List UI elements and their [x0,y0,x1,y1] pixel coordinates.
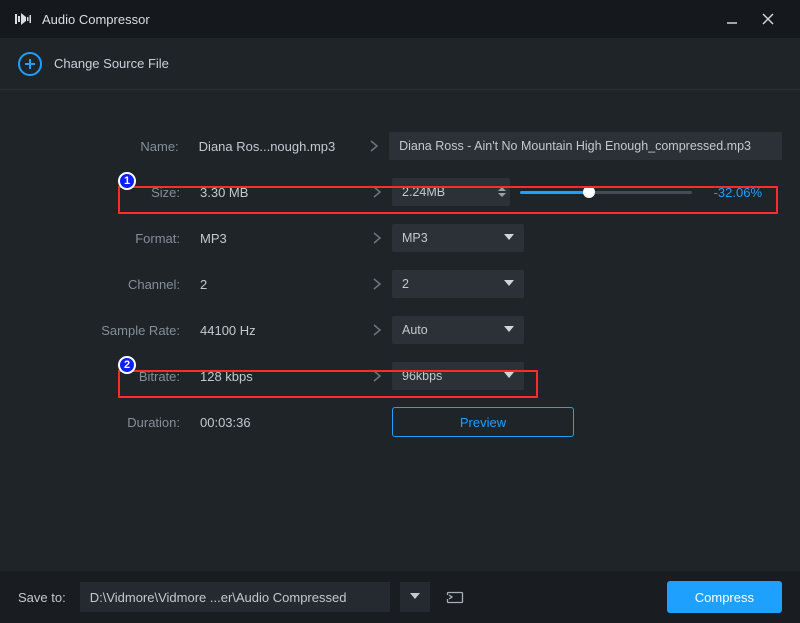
chevron-right-icon [359,139,389,153]
output-channel-value: 2 [402,277,409,291]
close-window-button[interactable] [750,0,786,38]
chevron-right-icon [362,277,392,291]
compress-button-label: Compress [695,590,754,605]
chevron-down-icon [504,280,514,288]
chevron-down-icon [504,234,514,242]
save-to-label: Save to: [18,590,66,605]
annotation-marker-2: 2 [118,356,136,374]
minimize-window-button[interactable] [714,0,750,38]
save-path-dropdown-button[interactable] [400,582,430,612]
output-channel-select[interactable]: 2 [392,270,524,298]
output-name-value: Diana Ross - Ain't No Mountain High Enou… [399,139,751,153]
save-path-field[interactable]: D:\Vidmore\Vidmore ...er\Audio Compresse… [80,582,390,612]
output-bitrate-value: 96kbps [402,369,442,383]
name-label: Name: [18,139,191,154]
output-sample-rate-select[interactable]: Auto [392,316,524,344]
annotation-marker-1: 1 [118,172,136,190]
format-label: Format: [18,231,192,246]
size-label: Size: [18,185,192,200]
duration-value: 00:03:36 [192,415,362,430]
plus-icon[interactable] [18,52,42,76]
size-delta-value: -32.06% [702,185,762,200]
chevron-right-icon [362,323,392,337]
source-channel-value: 2 [192,277,362,292]
source-format-value: MP3 [192,231,362,246]
change-source-file-button[interactable]: Change Source File [54,56,169,71]
output-bitrate-select[interactable]: 96kbps [392,362,524,390]
output-size-value: 2.24MB [402,185,445,199]
window-title: Audio Compressor [42,12,150,27]
chevron-right-icon [362,369,392,383]
channel-label: Channel: [18,277,192,292]
source-sample-rate-value: 44100 Hz [192,323,362,338]
duration-label: Duration: [18,415,192,430]
slider-thumb[interactable] [583,186,595,198]
app-icon [14,12,32,26]
source-name-value: Diana Ros...nough.mp3 [191,139,360,154]
chevron-right-icon [362,185,392,199]
preview-button[interactable]: Preview [392,407,574,437]
output-format-value: MP3 [402,231,428,245]
bitrate-label: Bitrate: [18,369,192,384]
output-size-stepper[interactable]: 2.24MB [392,178,510,206]
source-bitrate-value: 128 kbps [192,369,362,384]
sample-rate-label: Sample Rate: [18,323,192,338]
output-format-select[interactable]: MP3 [392,224,524,252]
output-sample-rate-value: Auto [402,323,428,337]
chevron-down-icon [504,326,514,334]
output-name-field[interactable]: Diana Ross - Ain't No Mountain High Enou… [389,132,782,160]
open-folder-button[interactable] [440,582,470,612]
source-size-value: 3.30 MB [192,185,362,200]
chevron-down-icon [504,372,514,380]
size-slider[interactable] [520,182,692,202]
size-spinner-icon[interactable] [498,187,506,197]
save-path-value: D:\Vidmore\Vidmore ...er\Audio Compresse… [90,590,347,605]
compress-button[interactable]: Compress [667,581,782,613]
preview-button-label: Preview [460,415,506,430]
chevron-right-icon [362,231,392,245]
